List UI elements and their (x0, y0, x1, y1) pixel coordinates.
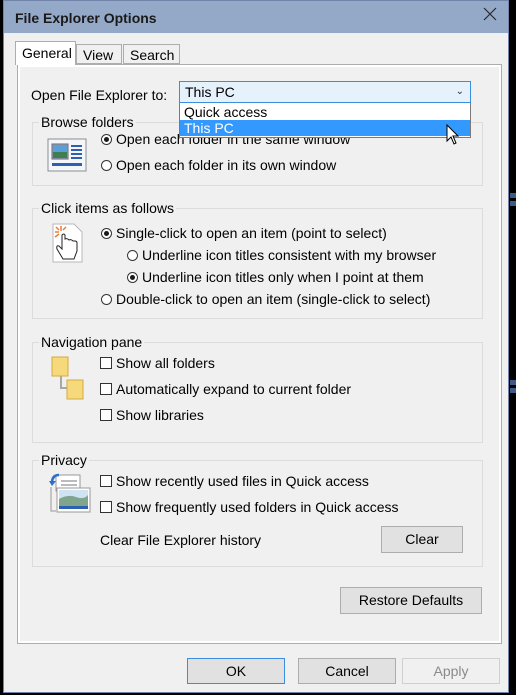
radio-own-window[interactable] (101, 160, 112, 171)
radio-underline-point[interactable] (127, 272, 138, 283)
open-to-dropdown: Quick access This PC (179, 103, 471, 138)
chevron-down-icon: ⌄ (455, 86, 464, 97)
option-this-pc[interactable]: This PC (180, 120, 470, 136)
underline-point-label: Underline icon titles only when I point … (142, 269, 424, 285)
option-quick-access[interactable]: Quick access (180, 104, 470, 120)
show-libraries-label: Show libraries (116, 407, 204, 423)
auto-expand-label: Automatically expand to current folder (116, 381, 352, 397)
recent-files-label: Show recently used files in Quick access (116, 473, 369, 489)
radio-same-window[interactable] (101, 134, 112, 145)
clear-history-label: Clear File Explorer history (100, 532, 262, 548)
checkbox-recent-files[interactable] (100, 475, 112, 487)
show-all-folders-label: Show all folders (116, 355, 215, 371)
radio-single-click[interactable] (101, 228, 112, 239)
open-to-combobox[interactable]: This PC ⌄ (179, 81, 471, 103)
title-bar: File Explorer Options (4, 1, 508, 33)
tab-general-label: General (22, 45, 72, 61)
single-click-label: Single-click to open an item (point to s… (116, 225, 387, 241)
folder-tree-icon (51, 356, 84, 400)
underline-browser-label: Underline icon titles consistent with my… (142, 247, 437, 263)
double-click-label: Double-click to open an item (single-cli… (116, 291, 431, 307)
background-edge-mark (510, 193, 516, 198)
close-icon[interactable] (480, 4, 500, 24)
cancel-button[interactable]: Cancel (298, 658, 396, 684)
tab-view-label: View (83, 47, 114, 63)
background-edge-mark (510, 201, 516, 206)
tab-search[interactable]: Search (123, 44, 180, 64)
tab-view[interactable]: View (76, 44, 122, 64)
file-explorer-options-dialog: File Explorer Options General View Searc… (3, 0, 509, 693)
clear-button[interactable]: Clear (381, 526, 463, 553)
pointer-hand-icon (52, 223, 83, 263)
checkbox-auto-expand[interactable] (100, 383, 112, 395)
tab-general[interactable]: General (15, 41, 76, 65)
frequent-folders-label: Show frequently used folders in Quick ac… (116, 499, 399, 515)
click-items-title: Click items as follows (39, 200, 177, 216)
browse-folders-title: Browse folders (39, 114, 136, 130)
privacy-title: Privacy (39, 452, 89, 468)
restore-defaults-button[interactable]: Restore Defaults (340, 587, 482, 614)
radio-underline-browser[interactable] (127, 250, 138, 261)
dialog-title: File Explorer Options (15, 10, 157, 26)
checkbox-show-libraries[interactable] (100, 409, 112, 421)
ok-button[interactable]: OK (187, 658, 285, 684)
window-icon (47, 138, 87, 172)
apply-button[interactable]: Apply (402, 658, 500, 684)
checkbox-show-all-folders[interactable] (100, 357, 112, 369)
navigation-pane-title: Navigation pane (39, 334, 145, 350)
background-edge-mark (510, 380, 516, 385)
open-to-label: Open File Explorer to: (31, 87, 168, 103)
radio-double-click[interactable] (101, 294, 112, 305)
mouse-cursor-icon (446, 124, 460, 145)
tab-search-label: Search (130, 47, 175, 63)
own-window-label: Open each folder in its own window (116, 157, 337, 173)
open-to-value: This PC (185, 84, 235, 100)
checkbox-frequent-folders[interactable] (100, 501, 112, 513)
background-edge-mark (510, 388, 516, 393)
history-icon (49, 473, 91, 513)
